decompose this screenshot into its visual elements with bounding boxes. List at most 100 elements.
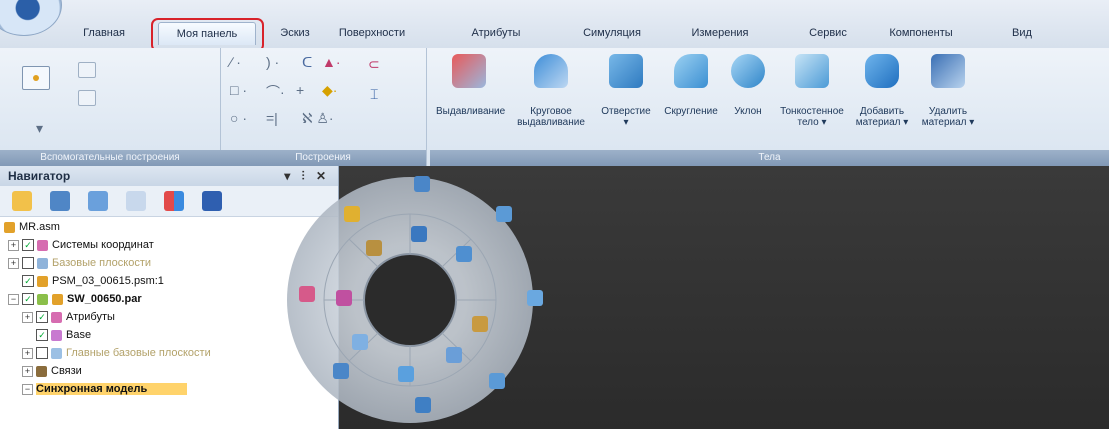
fit-icon[interactable] — [527, 290, 543, 306]
hole-button[interactable]: Отверстие ▾ — [598, 54, 654, 128]
display-icon[interactable] — [398, 366, 414, 382]
group-label: Вспомогательные построения — [0, 150, 220, 166]
rectangle-icon[interactable]: □ · — [230, 82, 247, 98]
extrude-button[interactable]: Выдавливание — [436, 54, 505, 117]
layers-icon[interactable] — [126, 191, 146, 211]
tab-vid[interactable]: Вид — [1002, 22, 1042, 44]
tree-row[interactable]: + ✓ Атрибуты — [22, 308, 115, 326]
plane-icon — [51, 347, 62, 359]
mirror-icon[interactable]: ℵ ♙· — [302, 110, 334, 127]
expand-icon[interactable]: + — [8, 257, 19, 269]
tab-poverhnosti[interactable]: Поверхности — [333, 22, 411, 44]
coordinate-system-icon — [51, 329, 62, 341]
group-postroeniya: ∕ · ) · ᑕ ▲· □ · ⌒· + ◆· ○ · =| ℵ ♙· ⊂ ⌶… — [220, 48, 427, 166]
assembly-tree-icon[interactable] — [12, 191, 32, 211]
part-icon — [37, 275, 48, 287]
hide-icon[interactable] — [352, 334, 368, 350]
expand-icon[interactable]: + — [8, 239, 19, 251]
tab-glavnaya[interactable]: Главная — [72, 22, 136, 44]
tree-row[interactable]: + ✓ Системы координат — [8, 236, 154, 254]
circle-arc-icon[interactable]: ᑕ — [302, 54, 312, 71]
expand-icon[interactable]: + — [22, 347, 33, 359]
graphics-viewport[interactable] — [339, 166, 1109, 429]
expand-icon[interactable]: + — [22, 311, 33, 323]
ribbon-panel: ▾ Вспомогательные построения ∕ · ) · ᑕ ▲… — [0, 48, 1109, 166]
tree-row[interactable]: ✓ PSM_03_00615.psm:1 — [22, 272, 164, 290]
sketch-icon[interactable] — [472, 316, 488, 332]
tree-row-root[interactable]: MR.asm — [4, 218, 60, 236]
group-tela: Выдавливание Круговое выдавливание Отвер… — [430, 48, 1109, 166]
checkbox[interactable]: ✓ — [36, 329, 48, 342]
dimension-icon[interactable]: ⌶ — [370, 86, 378, 103]
plane-offset-icon[interactable] — [78, 90, 96, 106]
checkbox[interactable]: ✓ — [22, 239, 34, 252]
rotate-icon[interactable] — [489, 373, 505, 389]
dimension-icon[interactable] — [336, 290, 352, 306]
checkbox[interactable]: ✓ — [36, 311, 48, 324]
tree-row-selected[interactable]: − Синхронная модель — [22, 380, 188, 398]
cross-icon[interactable]: + — [296, 82, 304, 98]
features-icon[interactable] — [88, 191, 108, 211]
circle-icon[interactable]: ○ · — [230, 110, 247, 126]
grid-icon[interactable] — [164, 191, 184, 211]
navigator-panel: Навигатор ▾ ⫶ ✕ MR.asm + ✓ Системы координ… — [0, 166, 339, 429]
navigator-window-controls[interactable]: ▾ ⫶ ✕ — [284, 166, 330, 186]
tree-row[interactable]: ✓ Base — [36, 326, 91, 344]
checkbox[interactable]: ✓ — [22, 293, 34, 306]
extrude-icon — [452, 54, 486, 88]
tree-row[interactable]: + Связи — [22, 362, 82, 380]
collapse-icon[interactable]: − — [22, 383, 33, 395]
checkbox[interactable] — [36, 347, 48, 360]
attributes-icon — [51, 311, 62, 323]
select-icon[interactable] — [366, 240, 382, 256]
draft-button[interactable]: Уклон — [726, 54, 770, 117]
arc-icon[interactable]: ) · — [266, 54, 279, 70]
coordinate-system-icon[interactable] — [22, 66, 50, 90]
diamond-icon[interactable]: ◆· — [322, 82, 337, 99]
application-menu-button[interactable] — [0, 0, 62, 36]
trim-icon[interactable]: =| — [266, 110, 278, 126]
dropdown-arrow-icon[interactable]: ▾ — [36, 120, 43, 137]
tab-atributy[interactable]: Атрибуты — [463, 22, 529, 44]
pan-icon[interactable] — [415, 397, 431, 413]
parts-icon[interactable] — [50, 191, 70, 211]
checkbox[interactable]: ✓ — [22, 275, 34, 288]
tree-row[interactable]: − ✓ SW_00650.par — [8, 290, 142, 308]
navigator-header: Навигатор ▾ ⫶ ✕ — [0, 166, 338, 186]
round-button[interactable]: Скругление — [660, 54, 722, 117]
measure-icon[interactable] — [299, 286, 315, 302]
hole-icon — [609, 54, 643, 88]
revolve-button[interactable]: Круговое выдавливание — [514, 54, 588, 128]
tab-izmereniya[interactable]: Измерения — [682, 22, 758, 44]
tab-simulyaciya[interactable]: Симуляция — [576, 22, 648, 44]
tab-eskiz[interactable]: Эскиз — [270, 22, 320, 44]
section-icon[interactable] — [446, 347, 462, 363]
wireframe-icon[interactable] — [456, 246, 472, 262]
thin-wall-button[interactable]: Тонкостенное тело ▾ — [774, 54, 850, 128]
expand-icon[interactable]: + — [22, 365, 33, 377]
plane-icon[interactable] — [78, 62, 96, 78]
tree-row[interactable]: + Главные базовые плоскости — [22, 344, 211, 362]
tree-row[interactable]: + Базовые плоскости — [8, 254, 151, 272]
fillet-icon[interactable]: ⊂ — [368, 56, 380, 73]
remove-material-icon — [931, 54, 965, 88]
remove-material-button[interactable]: Удалить материал ▾ — [918, 54, 978, 128]
group-vspomogatelnye: ▾ Вспомогательные построения — [0, 48, 221, 166]
collapse-icon[interactable]: − — [8, 293, 19, 305]
lock-icon[interactable] — [344, 206, 360, 222]
group-label: Построения — [220, 150, 426, 166]
checkbox[interactable] — [22, 257, 34, 270]
tab-highlight-outline — [151, 18, 264, 52]
lens-icon[interactable] — [333, 363, 349, 379]
view-orient-icon[interactable] — [496, 206, 512, 222]
shaded-view-icon[interactable] — [411, 226, 427, 242]
tab-servis[interactable]: Сервис — [800, 22, 856, 44]
add-material-button[interactable]: Добавить материал ▾ — [852, 54, 912, 128]
view-icon[interactable] — [202, 191, 222, 211]
bracket-icon[interactable]: ⌒· — [266, 82, 285, 102]
shape-icon[interactable]: ▲· — [322, 54, 341, 70]
part-icon — [52, 293, 63, 305]
line-icon[interactable]: ∕ · — [230, 54, 241, 70]
tab-komponenty[interactable]: Компоненты — [880, 22, 962, 44]
zoom-icon[interactable] — [414, 176, 430, 192]
